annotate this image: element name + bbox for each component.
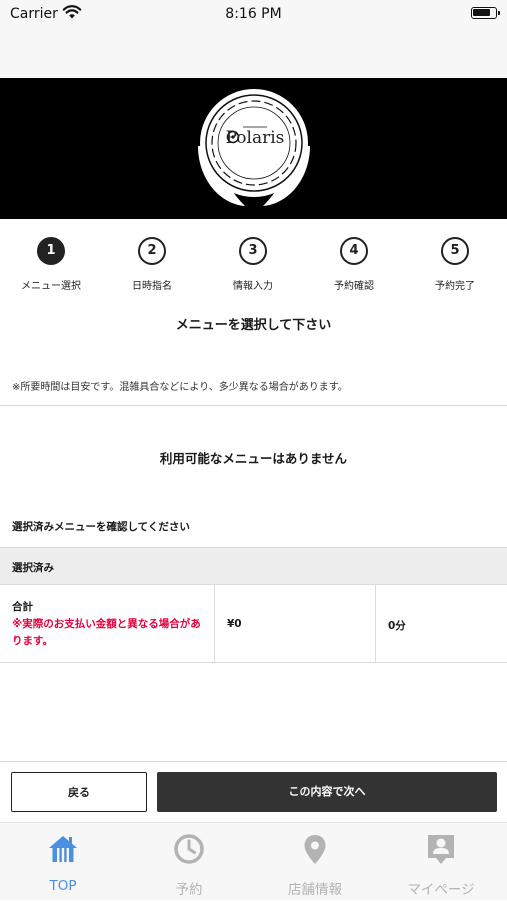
next-button[interactable]: この内容で次へ [157, 772, 497, 812]
tab-label: マイページ [407, 882, 475, 898]
tab-reservation[interactable]: 予約 [126, 823, 252, 901]
clock-time: 8:16 PM [225, 6, 282, 22]
step-5: 5 予約完了 [405, 237, 505, 292]
page-title: メニューを選択して下さい [175, 318, 332, 333]
total-row: 合計 ※実際のお支払い金額と異なる場合があります。 ¥0 0分 [0, 585, 507, 663]
step-number: 4 [340, 237, 368, 265]
total-price: ¥0 [227, 618, 242, 630]
step-label: 情報入力 [233, 281, 273, 292]
tab-top[interactable]: TOP [0, 823, 126, 901]
step-number: 2 [138, 237, 166, 265]
profile-card-icon [428, 835, 454, 864]
total-price-cell: ¥0 [215, 585, 376, 662]
home-icon [49, 836, 77, 862]
step-label: 予約確認 [334, 281, 374, 292]
step-number: 3 [239, 237, 267, 265]
step-2: 2 日時指名 [102, 237, 202, 292]
step-label: 日時指名 [132, 281, 172, 292]
salon-logo [193, 86, 315, 212]
tab-label: 店舗情報 [288, 882, 342, 898]
step-label: 予約完了 [435, 281, 475, 292]
battery-icon [471, 7, 500, 19]
total-label: 合計 [12, 601, 33, 613]
selected-section-header: 選択済み [0, 547, 507, 585]
logo-wordmark: Polaris [225, 128, 285, 148]
total-duration: 0分 [388, 620, 406, 632]
location-pin-icon [304, 835, 326, 864]
step-1: 1 メニュー選択 [1, 237, 101, 292]
tab-my-page[interactable]: マイページ [378, 823, 504, 901]
total-label-cell: 合計 ※実際のお支払い金額と異なる場合があります。 [0, 585, 215, 662]
step-number: 5 [441, 237, 469, 265]
tab-bar: TOP 予約 店舗情報 マイページ [0, 822, 507, 900]
total-duration-cell: 0分 [376, 585, 507, 662]
divider [0, 761, 507, 762]
selected-header-label: 選択済み [12, 562, 54, 574]
duration-note: ※所要時間は目安です。混雑具合などにより、多少異なる場合があります。 [12, 382, 348, 393]
confirm-selection-label: 選択済みメニューを確認してください [12, 521, 190, 533]
step-number: 1 [37, 237, 65, 265]
no-menu-message: 利用可能なメニューはありません [159, 451, 348, 466]
divider [0, 405, 507, 406]
tab-label: TOP [49, 878, 77, 894]
back-button[interactable]: 戻る [11, 772, 147, 812]
clock-icon [174, 834, 204, 864]
step-label: メニュー選択 [21, 281, 81, 292]
step-3: 3 情報入力 [203, 237, 303, 292]
step-4: 4 予約確認 [304, 237, 404, 292]
tab-store-info[interactable]: 店舗情報 [252, 823, 378, 901]
payment-warning: ※実際のお支払い金額と異なる場合があります。 [12, 618, 201, 647]
navigation-bar [0, 30, 507, 78]
tab-label: 予約 [175, 882, 203, 898]
